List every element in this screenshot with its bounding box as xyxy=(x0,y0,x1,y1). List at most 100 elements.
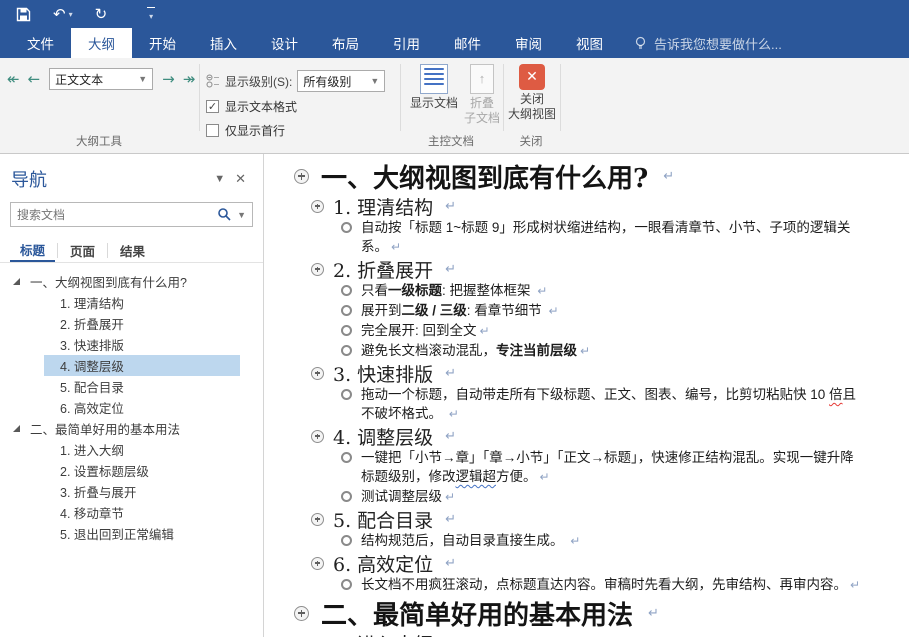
ribbon-tab[interactable]: 审阅 xyxy=(498,28,559,58)
doc-body-text[interactable]: 只看一级标题: 把握整体框架 ↵ xyxy=(361,281,547,301)
ribbon-tab[interactable]: 大纲 xyxy=(71,28,132,58)
outline-bullet-icon[interactable] xyxy=(341,579,352,590)
doc-h2-text[interactable]: 6. 高效定位 xyxy=(333,550,433,577)
nav-tree-item[interactable]: 4. 移动章节 xyxy=(44,502,240,523)
outline-bullet-icon[interactable] xyxy=(341,452,352,463)
nav-tree-item[interactable]: 二、最简单好用的基本用法 xyxy=(0,418,263,439)
outline-bullet-icon[interactable] xyxy=(341,491,352,502)
nav-tree-item-label: 6. 高效定位 xyxy=(60,398,124,417)
doc-body-text[interactable]: 一键把「小节→章」「章→小节」「正文→标题」，快速修正结构混乱。实现一键升降标题… xyxy=(361,448,866,487)
ribbon-tab[interactable]: 设计 xyxy=(254,28,315,58)
customize-quick-access-button[interactable]: ▾ xyxy=(147,7,155,21)
outline-bullet-icon[interactable] xyxy=(341,345,352,356)
outline-expand-icon[interactable] xyxy=(311,367,324,380)
nav-tree-item[interactable]: 2. 设置标题层级 xyxy=(44,460,240,481)
promote-to-heading1-button[interactable]: ↞ xyxy=(4,70,23,89)
outline-bullet-icon[interactable] xyxy=(341,305,352,316)
doc-h2-text[interactable]: 4. 调整层级 xyxy=(333,423,433,450)
undo-dropdown-icon[interactable]: ▾ xyxy=(69,10,73,19)
doc-body-text[interactable]: 完全展开: 回到全文↵ xyxy=(361,321,490,341)
doc-h2-text[interactable]: 2. 折叠展开 xyxy=(333,256,433,283)
doc-h2-text[interactable]: 1. 理清结构 xyxy=(333,193,433,220)
outline-expand-icon[interactable] xyxy=(311,263,324,276)
doc-body-text[interactable]: 避免长文档滚动混乱，专注当前层级↵ xyxy=(361,341,590,361)
divider xyxy=(57,243,58,258)
outline-expand-icon[interactable] xyxy=(311,430,324,443)
nav-tree-item[interactable]: 6. 高效定位 xyxy=(44,397,240,418)
outline-body-row: 避免长文档滚动混乱，专注当前层级↵ xyxy=(341,341,895,361)
doc-body-text[interactable]: 自动按「标题 1~标题 9」形成树状缩进结构，一眼看清章节、小节、子项的逻辑关系… xyxy=(361,218,866,257)
nav-pane-close-icon[interactable]: ✕ xyxy=(230,169,251,189)
nav-tab[interactable]: 页面 xyxy=(60,239,105,262)
outline-level-select[interactable]: 正文文本 ▼ xyxy=(49,68,153,90)
outline-expand-icon[interactable] xyxy=(294,606,309,621)
doc-h2-text[interactable]: 1. 进入大纲 xyxy=(333,630,433,637)
ribbon-tab[interactable]: 文件 xyxy=(10,28,71,58)
undo-button[interactable]: ↶ ▾ xyxy=(53,7,73,22)
outline-bullet-icon[interactable] xyxy=(341,222,352,233)
show-level-select[interactable]: 所有级别 ▼ xyxy=(297,70,385,92)
ribbon-tab[interactable]: 插入 xyxy=(193,28,254,58)
doc-body-text[interactable]: 测试调整层级↵ xyxy=(361,487,455,507)
doc-h1-text[interactable]: 一、大纲视图到底有什么用? xyxy=(321,158,648,195)
outline-bullet-icon[interactable] xyxy=(341,285,352,296)
nav-tab[interactable]: 标题 xyxy=(10,239,55,262)
nav-tab[interactable]: 结果 xyxy=(110,239,155,262)
doc-h1-text[interactable]: 二、最简单好用的基本用法 xyxy=(321,595,633,632)
promote-button[interactable]: ← xyxy=(25,70,44,89)
search-icon[interactable] xyxy=(217,207,232,222)
nav-tree-item[interactable]: 5. 退出回到正常编辑 xyxy=(44,523,240,544)
search-input[interactable] xyxy=(17,208,217,222)
nav-tree-item[interactable]: 3. 折叠与展开 xyxy=(44,481,240,502)
outline-expand-icon[interactable] xyxy=(294,169,309,184)
outline-bullet-icon[interactable] xyxy=(341,325,352,336)
search-dropdown-icon[interactable]: ▼ xyxy=(237,210,246,220)
doc-h2-text[interactable]: 5. 配合目录 xyxy=(333,506,433,533)
nav-tree-item[interactable]: 一、大纲视图到底有什么用? xyxy=(0,271,263,292)
ribbon-tab[interactable]: 布局 xyxy=(315,28,376,58)
doc-body-text[interactable]: 展开到二级 / 三级: 看章节细节 ↵ xyxy=(361,301,559,321)
outline-expand-icon[interactable] xyxy=(311,557,324,570)
doc-body-text[interactable]: 拖动一个标题，自动带走所有下级标题、正文、图表、编号，比剪切粘贴快 10 倍且不… xyxy=(361,385,866,424)
nav-tree-item[interactable]: 5. 配合目录 xyxy=(44,376,240,397)
outline-body-row: 自动按「标题 1~标题 9」形成树状缩进结构，一眼看清章节、小节、子项的逻辑关系… xyxy=(341,218,895,257)
tell-me-box[interactable]: 告诉我您想要做什么... xyxy=(634,28,782,58)
ribbon-tab[interactable]: 邮件 xyxy=(437,28,498,58)
nav-pane-dropdown-icon[interactable]: ▼ xyxy=(209,171,230,187)
ribbon-tab-bar: 文件大纲开始插入设计布局引用邮件审阅视图 告诉我您想要做什么... xyxy=(0,28,909,58)
collapse-triangle-icon[interactable] xyxy=(13,425,20,432)
nav-tree-item[interactable]: 3. 快速排版 xyxy=(44,334,240,355)
outline-expand-icon[interactable] xyxy=(311,200,324,213)
nav-tree-item-label: 3. 折叠与展开 xyxy=(60,482,136,501)
nav-tree-item[interactable]: 4. 调整层级 xyxy=(44,355,240,376)
doc-body-text[interactable]: 结构规范后，自动目录直接生成。 ↵ xyxy=(361,531,580,551)
nav-tree-item-label: 2. 折叠展开 xyxy=(60,314,124,333)
nav-tree-item[interactable]: 2. 折叠展开 xyxy=(44,313,240,334)
ribbon-tab[interactable]: 开始 xyxy=(132,28,193,58)
nav-tree-item[interactable]: 1. 理清结构 xyxy=(44,292,240,313)
ribbon-tab[interactable]: 视图 xyxy=(559,28,620,58)
doc-h2-text[interactable]: 3. 快速排版 xyxy=(333,360,433,387)
doc-text-run: 自动按「标题 1~标题 9」形成树状缩进结构，一眼看清章节、小节、子项的逻辑关系… xyxy=(361,220,850,254)
outline-h2-row: 3. 快速排版↵ xyxy=(311,361,895,385)
nav-tree-item-label: 2. 设置标题层级 xyxy=(60,461,149,480)
ribbon-tab[interactable]: 引用 xyxy=(376,28,437,58)
show-document-button[interactable]: 显示文档 xyxy=(405,64,463,111)
save-button[interactable] xyxy=(16,7,31,22)
close-outline-view-button[interactable]: ✕ 关闭 大纲视图 xyxy=(508,64,556,122)
first-line-only-checkbox[interactable]: 仅显示首行 xyxy=(206,122,285,139)
outline-expand-icon[interactable] xyxy=(311,513,324,526)
demote-button[interactable]: → xyxy=(159,70,178,89)
outline-bullet-icon[interactable] xyxy=(341,389,352,400)
demote-to-body-button[interactable]: ↠ xyxy=(180,70,199,89)
redo-button[interactable]: ↻ xyxy=(95,7,108,22)
nav-tree-item[interactable]: 1. 进入大纲 xyxy=(44,439,240,460)
show-text-format-checkbox[interactable]: ✓ 显示文本格式 xyxy=(206,98,297,115)
show-level-icon xyxy=(206,74,220,88)
document-canvas[interactable]: 一、大纲视图到底有什么用?↵1. 理清结构↵自动按「标题 1~标题 9」形成树状… xyxy=(264,154,909,637)
paragraph-mark: ↵ xyxy=(445,199,456,214)
nav-pane-title: 导航 xyxy=(11,166,47,192)
outline-bullet-icon[interactable] xyxy=(341,535,352,546)
collapse-triangle-icon[interactable] xyxy=(13,278,20,285)
doc-body-text[interactable]: 长文档不用疯狂滚动，点标题直达内容。审稿时先看大纲，先审结构、再审内容。↵ xyxy=(361,575,860,595)
